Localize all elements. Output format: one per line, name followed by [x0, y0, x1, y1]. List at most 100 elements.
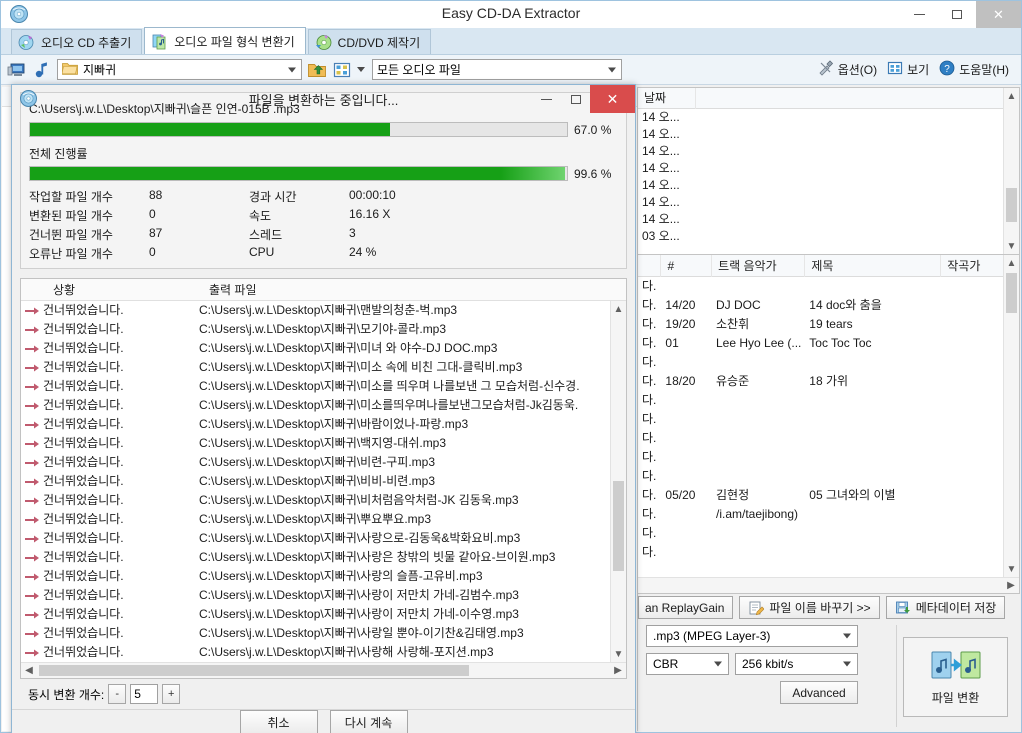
- track-row[interactable]: 다.: [638, 277, 1019, 296]
- log-row[interactable]: 건너뛰었습니다. C:\Users\j.w.L\Desktop\지빠귀\백지영-대…: [21, 434, 626, 453]
- help-button[interactable]: ? 도움말(H): [939, 60, 1009, 79]
- scroll-left-icon[interactable]: ◀: [21, 665, 37, 676]
- file-table-row[interactable]: 03 오...: [638, 228, 1019, 245]
- scroll-up-icon[interactable]: ▲: [611, 301, 626, 317]
- log-row[interactable]: 건너뛰었습니다. C:\Users\j.w.L\Desktop\지빠귀\사랑으로-…: [21, 529, 626, 548]
- scroll-thumb[interactable]: [613, 481, 624, 571]
- concurrent-increase-button[interactable]: +: [162, 684, 181, 704]
- scroll-up-icon[interactable]: ▲: [1004, 255, 1019, 271]
- track-row[interactable]: 다. 18/20 유승준 18 가위: [638, 372, 1019, 391]
- log-row[interactable]: 건너뛰었습니다. C:\Users\j.w.L\Desktop\지빠귀\사랑해 사…: [21, 643, 626, 662]
- file-filter-combo[interactable]: 모든 오디오 파일: [372, 59, 622, 80]
- folder-path-combo[interactable]: 지빠귀: [57, 59, 302, 80]
- bitrate-select[interactable]: 256 kbit/s: [735, 653, 858, 675]
- log-row[interactable]: 건너뛰었습니다. C:\Users\j.w.L\Desktop\지빠귀\미소를 띄…: [21, 377, 626, 396]
- file-table-row[interactable]: 14 오...: [638, 126, 1019, 143]
- track-row[interactable]: 다. 01 Lee Hyo Lee (... Toc Toc Toc: [638, 334, 1019, 353]
- log-row[interactable]: 건너뛰었습니다. C:\Users\j.w.L\Desktop\지빠귀\미녀 와 …: [21, 339, 626, 358]
- log-row[interactable]: 건너뛰었습니다. C:\Users\j.w.L\Desktop\지빠귀\미소를띄우…: [21, 396, 626, 415]
- resume-button[interactable]: 다시 계속: [329, 710, 408, 733]
- dialog-close-button[interactable]: ✕: [590, 85, 635, 113]
- scroll-thumb[interactable]: [1006, 188, 1017, 222]
- column-blank[interactable]: [696, 88, 1019, 109]
- track-table-vscrollbar[interactable]: ▲ ▼: [1003, 255, 1019, 593]
- log-vscrollbar[interactable]: ▲ ▼: [610, 301, 626, 662]
- scroll-thumb[interactable]: [1006, 273, 1017, 313]
- codec-select[interactable]: .mp3 (MPEG Layer-3): [646, 625, 858, 647]
- column-number[interactable]: #: [661, 255, 713, 277]
- replaygain-button[interactable]: an ReplayGain: [638, 596, 734, 619]
- column-date[interactable]: 날짜: [638, 88, 696, 109]
- log-row[interactable]: 건너뛰었습니다. C:\Users\j.w.L\Desktop\지빠귀\미소 속에…: [21, 358, 626, 377]
- cancel-button[interactable]: 취소: [239, 710, 318, 733]
- file-table-row[interactable]: 14 오...: [638, 143, 1019, 160]
- scroll-right-icon[interactable]: ▶: [610, 665, 626, 676]
- view-dropdown-chevron-icon[interactable]: [357, 67, 365, 72]
- scroll-up-icon[interactable]: ▲: [1004, 88, 1019, 104]
- view-button[interactable]: 보기: [887, 60, 929, 79]
- log-row[interactable]: 건너뛰었습니다. C:\Users\j.w.L\Desktop\지빠귀\바람이었나…: [21, 415, 626, 434]
- computer-icon[interactable]: [7, 60, 27, 80]
- log-column-status[interactable]: 상황: [21, 281, 199, 298]
- track-row[interactable]: 다.: [638, 429, 1019, 448]
- log-row[interactable]: 건너뛰었습니다. C:\Users\j.w.L\Desktop\지빠귀\사랑의 슬…: [21, 567, 626, 586]
- scroll-down-icon[interactable]: ▼: [611, 646, 626, 662]
- log-row[interactable]: 건너뛰었습니다. C:\Users\j.w.L\Desktop\지빠귀\사랑은 창…: [21, 548, 626, 567]
- column-title[interactable]: 제목: [805, 255, 942, 277]
- track-table-hscrollbar[interactable]: ▶: [638, 577, 1019, 593]
- track-row[interactable]: 다. /i.am/taejibong): [638, 505, 1019, 524]
- log-row[interactable]: 건너뛰었습니다. C:\Users\j.w.L\Desktop\지빠귀\비비-비련…: [21, 472, 626, 491]
- track-row[interactable]: 다. 05/20 김현정 05 그녀와의 이별: [638, 486, 1019, 505]
- log-row[interactable]: 건너뛰었습니다. C:\Users\j.w.L\Desktop\지빠귀\모기야-콜…: [21, 320, 626, 339]
- advanced-button[interactable]: Advanced: [780, 681, 858, 704]
- dialog-maximize-button[interactable]: [561, 85, 590, 113]
- scroll-right-icon[interactable]: ▶: [1003, 580, 1019, 591]
- music-note-icon[interactable]: [32, 60, 52, 80]
- log-row[interactable]: 건너뛰었습니다. C:\Users\j.w.L\Desktop\지빠귀\맨발의청춘…: [21, 301, 626, 320]
- tab-audio-cd-extractor[interactable]: 오디오 CD 추출기: [11, 29, 143, 54]
- file-table-row[interactable]: 14 오...: [638, 194, 1019, 211]
- log-hscrollbar[interactable]: ◀ ▶: [21, 662, 626, 678]
- file-table-vscrollbar[interactable]: ▲ ▼: [1003, 88, 1019, 254]
- track-row[interactable]: 다. 14/20 DJ DOC 14 doc와 춤을: [638, 296, 1019, 315]
- track-row[interactable]: 다.: [638, 448, 1019, 467]
- tab-cd-dvd-burner[interactable]: CD/DVD 제작기: [307, 29, 432, 54]
- dialog-minimize-button[interactable]: [532, 85, 561, 113]
- rename-files-button[interactable]: 파일 이름 바꾸기 >>: [739, 596, 880, 619]
- log-row[interactable]: 건너뛰었습니다. C:\Users\j.w.L\Desktop\지빠귀\뿌요뿌요.…: [21, 510, 626, 529]
- track-row[interactable]: 다. 19/20 소찬휘 19 tears: [638, 315, 1019, 334]
- log-column-output[interactable]: 출력 파일: [199, 281, 257, 298]
- save-metadata-button[interactable]: 메타데이터 저장: [885, 596, 1006, 619]
- folder-up-icon[interactable]: [307, 60, 327, 80]
- log-row[interactable]: 건너뛰었습니다. C:\Users\j.w.L\Desktop\지빠귀\사랑이 저…: [21, 586, 626, 605]
- scroll-down-icon[interactable]: ▼: [1004, 238, 1019, 254]
- track-row[interactable]: 다.: [638, 467, 1019, 486]
- file-table-row[interactable]: 14 오...: [638, 109, 1019, 126]
- column-blank-da[interactable]: [638, 255, 662, 277]
- view-grid-icon[interactable]: [332, 60, 352, 80]
- concurrent-value-input[interactable]: 5: [130, 684, 159, 704]
- close-button[interactable]: ✕: [976, 1, 1021, 28]
- minimize-button[interactable]: [900, 1, 938, 28]
- file-table-row[interactable]: 14 오...: [638, 211, 1019, 228]
- convert-files-button[interactable]: 파일 변환: [903, 637, 1008, 717]
- log-row[interactable]: 건너뛰었습니다. C:\Users\j.w.L\Desktop\지빠귀\사랑일 뿐…: [21, 624, 626, 643]
- track-row[interactable]: 다.: [638, 524, 1019, 543]
- track-row[interactable]: 다.: [638, 353, 1019, 372]
- tab-audio-file-converter[interactable]: 오디오 파일 형식 변환기: [144, 27, 306, 54]
- bitrate-mode-select[interactable]: CBR: [646, 653, 729, 675]
- log-row[interactable]: 건너뛰었습니다. C:\Users\j.w.L\Desktop\지빠귀\비련-구피…: [21, 453, 626, 472]
- file-table-row[interactable]: 14 오...: [638, 177, 1019, 194]
- concurrent-decrease-button[interactable]: -: [108, 684, 127, 704]
- log-row[interactable]: 건너뛰었습니다. C:\Users\j.w.L\Desktop\지빠귀\비처럼음악…: [21, 491, 626, 510]
- file-table-row[interactable]: 14 오...: [638, 160, 1019, 177]
- maximize-button[interactable]: [938, 1, 976, 28]
- track-row[interactable]: 다.: [638, 410, 1019, 429]
- scroll-thumb[interactable]: [39, 665, 469, 676]
- scroll-down-icon[interactable]: ▼: [1004, 561, 1019, 577]
- track-row[interactable]: 다.: [638, 543, 1019, 562]
- track-row[interactable]: 다.: [638, 391, 1019, 410]
- log-row[interactable]: 건너뛰었습니다. C:\Users\j.w.L\Desktop\지빠귀\사랑이 저…: [21, 605, 626, 624]
- column-track-artist[interactable]: 트랙 음악가: [712, 255, 806, 277]
- options-button[interactable]: 옵션(O): [818, 60, 877, 79]
